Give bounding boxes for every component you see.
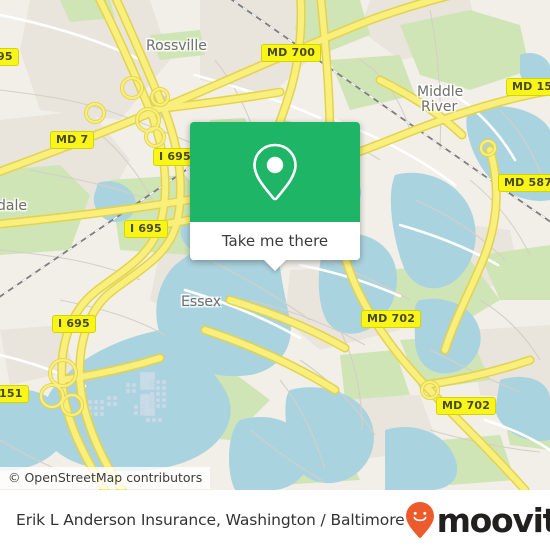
moovit-logo[interactable]: moovit xyxy=(405,501,550,539)
road-shield-md150: MD 150 xyxy=(506,78,550,96)
map-screenshot: Rossville Middle River dale Essex 95 MD … xyxy=(0,0,550,550)
popup-image-placeholder xyxy=(190,122,360,222)
map-canvas[interactable]: Rossville Middle River dale Essex 95 MD … xyxy=(0,0,550,490)
road-shield-i695-south: I 695 xyxy=(52,315,96,333)
road-shield-md702-south: MD 702 xyxy=(436,397,497,415)
take-me-there-label: Take me there xyxy=(221,232,329,250)
osm-attribution-text: © OpenStreetMap contributors xyxy=(8,470,203,485)
location-popup[interactable]: Take me there xyxy=(190,122,360,271)
take-me-there-button[interactable]: Take me there xyxy=(190,222,360,260)
road-shield-md702-north: MD 702 xyxy=(361,310,422,328)
road-shield-i695-mid: I 695 xyxy=(124,220,168,238)
footer-bar: Erik L Anderson Insurance, Washington / … xyxy=(0,490,550,550)
road-shield-md587: MD 587 xyxy=(498,174,550,192)
moovit-pin-icon xyxy=(405,502,434,538)
road-shield-md700: MD 700 xyxy=(261,44,322,62)
road-shield-md7: MD 7 xyxy=(50,131,95,149)
map-pin-icon xyxy=(253,143,297,201)
moovit-wordmark: moovit xyxy=(436,500,550,540)
popup-tail xyxy=(264,260,286,271)
osm-attribution[interactable]: © OpenStreetMap contributors xyxy=(0,467,211,489)
road-shield-i151: 151 xyxy=(0,385,29,403)
place-title: Erik L Anderson Insurance, Washington / … xyxy=(16,511,405,529)
road-shield-i95: 95 xyxy=(0,48,19,66)
